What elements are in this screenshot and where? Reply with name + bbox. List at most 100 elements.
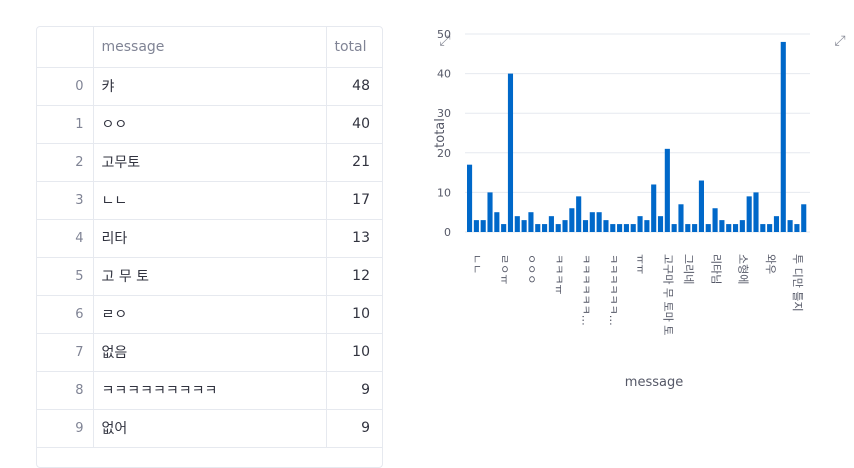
index-header[interactable] — [37, 27, 94, 68]
bar — [596, 212, 602, 232]
bar — [589, 212, 595, 232]
message-cell: 없어 — [93, 409, 327, 448]
row-index: 6 — [37, 295, 94, 334]
table-row[interactable]: 7 없음 10 — [37, 333, 382, 372]
total-header[interactable]: total — [326, 27, 382, 68]
row-index: 0 — [37, 67, 94, 106]
total-cell: 40 — [326, 105, 382, 144]
y-tick-label: 40 — [437, 68, 451, 81]
bar — [610, 224, 616, 232]
bar — [753, 192, 759, 232]
bar — [487, 192, 493, 232]
bar — [801, 204, 807, 232]
total-cell: 12 — [326, 257, 382, 296]
bar — [664, 148, 670, 232]
table-row[interactable]: 3 ㄴㄴ 17 — [37, 181, 382, 220]
x-tick-label: ㄹㅇㅠ — [498, 254, 511, 284]
bar — [507, 73, 514, 232]
bar — [603, 220, 609, 232]
total-cell: 48 — [326, 67, 382, 106]
row-index: 4 — [37, 219, 94, 258]
bar-chart: 01020304050ㄴㄴ ㄹㅇㅠ ㅇㅇㅇ ㅋㅋㅋㅠ ㅋㅋㅋㅋㅋㅋ… ㅋㅋㅋㅋㅋㅋ… ㅠㅠ 고… — [433, 28, 810, 390]
bar — [651, 184, 657, 232]
bar — [548, 216, 554, 232]
x-tick-label: 와우 — [764, 254, 777, 274]
bar — [637, 216, 643, 232]
total-cell: 9 — [326, 409, 382, 448]
total-cell: 21 — [326, 143, 382, 182]
bar — [780, 41, 786, 232]
row-index: 9 — [37, 409, 94, 448]
x-tick-label: ㅠㅠ — [634, 254, 647, 274]
y-tick-label: 50 — [437, 28, 451, 41]
table-row[interactable]: 5고 무 토 12 — [37, 257, 382, 296]
bar — [794, 224, 800, 232]
row-index: 3 — [37, 181, 94, 220]
bar — [542, 224, 548, 232]
message-cell: 고 무 토 — [93, 257, 327, 296]
table-body: 0 캬 48 1 ㅇㅇ 40 2 고무토 21 3 ㄴㄴ 17 4 리타 13 5 고 무 토 12 6 ㄹㅇ 10 7 없… — [37, 67, 382, 448]
bar — [739, 220, 745, 232]
bar — [528, 212, 534, 232]
bar — [678, 204, 684, 232]
bar — [712, 208, 718, 232]
bar — [719, 220, 725, 232]
x-tick-label: ㅋㅋㅋㅠ — [552, 254, 565, 294]
x-tick-label: 투 디만 틀지 — [791, 254, 804, 312]
bar — [630, 224, 636, 232]
bar — [623, 224, 629, 232]
bar — [555, 224, 561, 232]
bar — [569, 208, 575, 232]
message-cell: 리타 — [93, 219, 327, 258]
row-index: 1 — [37, 105, 94, 144]
message-cell: ㄹㅇ — [93, 295, 327, 334]
total-cell: 9 — [326, 371, 382, 410]
row-index: 8 — [37, 371, 94, 410]
message-cell: ㅋㅋㅋㅋㅋㅋㅋㅋㅋ — [93, 371, 327, 410]
bar — [726, 224, 732, 232]
bar — [480, 220, 486, 232]
x-tick-label: ㅇㅇㅇ — [525, 254, 538, 284]
table-row[interactable]: 9 없어 9 — [37, 409, 382, 448]
bar — [644, 220, 650, 232]
table-row[interactable]: 8 ㅋㅋㅋㅋㅋㅋㅋㅋㅋ 9 — [37, 371, 382, 410]
bar — [746, 196, 752, 232]
table-grid: message total 0 캬 48 1 ㅇㅇ 40 2 고무토 21 3 ㄴㄴ 17 4 리타 13 5… — [37, 27, 382, 448]
message-cell: 고무토 — [93, 143, 327, 182]
x-tick-label: 고구마 무 토마 토 — [662, 254, 675, 335]
table-row[interactable]: 2 고무토 21 — [37, 143, 382, 182]
table-row[interactable]: 6 ㄹㅇ 10 — [37, 295, 382, 334]
message-header[interactable]: message — [93, 27, 327, 68]
table-row[interactable]: 4 리타 13 — [37, 219, 382, 258]
y-tick-label: 0 — [444, 226, 451, 239]
message-cell: 없음 — [93, 333, 327, 372]
bar — [494, 212, 500, 232]
x-axis-title: message — [625, 375, 683, 390]
total-cell: 10 — [326, 295, 382, 334]
bar — [535, 224, 541, 232]
bar — [760, 224, 766, 232]
message-cell: 캬 — [93, 67, 327, 106]
x-tick-label: ㄴㄴ — [471, 254, 484, 274]
x-tick-label: 그리네 — [682, 254, 695, 284]
bar — [576, 196, 582, 232]
x-tick-label: ㅋㅋㅋㅋㅋㅋ… — [580, 254, 593, 326]
bar — [514, 216, 520, 232]
table-row[interactable]: 0 캬 48 — [37, 67, 382, 106]
bar — [657, 216, 664, 232]
bar — [521, 220, 527, 232]
total-cell: 17 — [326, 181, 382, 220]
bar — [698, 180, 704, 232]
bar — [501, 224, 507, 232]
x-tick-label: ㅋㅋㅋㅋㅋㅋ… — [607, 254, 620, 326]
bar — [773, 216, 780, 232]
table-row[interactable]: 1 ㅇㅇ 40 — [37, 105, 382, 144]
bar — [467, 164, 473, 232]
table-header-row: message total — [37, 27, 382, 68]
bar — [787, 220, 793, 232]
x-tick-label: 소형에 — [737, 254, 750, 284]
bar — [562, 220, 568, 232]
expand-icon[interactable]: ⤢ — [832, 33, 848, 49]
row-index: 5 — [37, 257, 94, 296]
row-index: 7 — [37, 333, 94, 372]
